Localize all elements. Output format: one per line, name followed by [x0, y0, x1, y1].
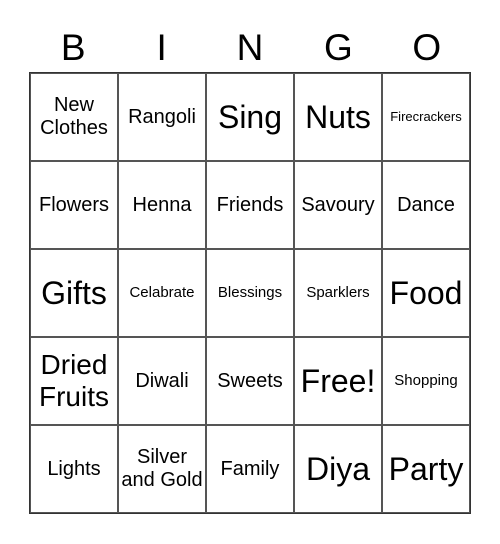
- cell-text: Henna: [132, 193, 192, 216]
- bingo-cell[interactable]: Nuts: [294, 73, 382, 161]
- cell-text: Sweets: [217, 369, 283, 392]
- cell-text: Savoury: [301, 193, 375, 216]
- cell-text: Nuts: [305, 98, 371, 135]
- cell-text: Food: [389, 274, 463, 311]
- cell-text: Dance: [397, 193, 455, 216]
- cell-text: Sing: [217, 98, 283, 135]
- bingo-header: BINGO: [29, 26, 471, 70]
- bingo-cell[interactable]: Sparklers: [294, 249, 382, 337]
- bingo-cell[interactable]: Diya: [294, 425, 382, 513]
- cell-text: Friends: [216, 193, 284, 216]
- cell-text: Diwali: [135, 369, 189, 392]
- cell-text: Gifts: [41, 274, 107, 311]
- bingo-cell[interactable]: Savoury: [294, 161, 382, 249]
- cell-text: Rangoli: [128, 105, 196, 128]
- bingo-cell[interactable]: Blessings: [206, 249, 294, 337]
- bingo-cell[interactable]: Diwali: [118, 337, 206, 425]
- bingo-cell[interactable]: Rangoli: [118, 73, 206, 161]
- cell-text: Lights: [47, 457, 101, 480]
- header-letter: I: [156, 27, 167, 68]
- bingo-cell[interactable]: Food: [382, 249, 470, 337]
- header-letter: O: [412, 27, 442, 68]
- cell-text: Family: [220, 457, 280, 480]
- bingo-cell[interactable]: Friends: [206, 161, 294, 249]
- cell-text: Blessings: [217, 284, 283, 302]
- bingo-cell[interactable]: Sing: [206, 73, 294, 161]
- cell-text: Free!: [300, 362, 376, 399]
- cell-text: Firecrackers: [390, 108, 462, 124]
- cell-text: Diya: [305, 450, 370, 487]
- bingo-cell[interactable]: Henna: [118, 161, 206, 249]
- bingo-cell[interactable]: Celabrate: [118, 249, 206, 337]
- bingo-cell[interactable]: Party: [382, 425, 470, 513]
- bingo-cell[interactable]: Family: [206, 425, 294, 513]
- bingo-grid: New Clothes Rangoli Sing Nuts Firecrackers Fl…: [29, 72, 471, 514]
- bingo-cell[interactable]: Lights: [30, 425, 118, 513]
- header-letter: N: [236, 27, 264, 68]
- bingo-cell[interactable]: Flowers: [30, 161, 118, 249]
- cell-text: Silver and Gold: [121, 446, 203, 491]
- bingo-cell[interactable]: Dried Fruits: [30, 337, 118, 425]
- bingo-cell[interactable]: Firecrackers: [382, 73, 470, 161]
- bingo-cell[interactable]: Sweets: [206, 337, 294, 425]
- cell-text: Party: [388, 450, 464, 487]
- cell-text: Sparklers: [306, 284, 370, 302]
- cell-text: Celabrate: [129, 284, 195, 302]
- bingo-cell[interactable]: Silver and Gold: [118, 425, 206, 513]
- cell-text: Shopping: [394, 372, 458, 390]
- bingo-cell[interactable]: Gifts: [30, 249, 118, 337]
- header-letter: G: [323, 27, 353, 68]
- header-letter: B: [60, 27, 86, 68]
- bingo-cell[interactable]: Shopping: [382, 337, 470, 425]
- bingo-cell[interactable]: Dance: [382, 161, 470, 249]
- cell-text: Dried Fruits: [39, 348, 109, 412]
- cell-text: New Clothes: [40, 94, 108, 139]
- bingo-cell[interactable]: New Clothes: [30, 73, 118, 161]
- bingo-cell[interactable]: Free!: [294, 337, 382, 425]
- cell-text: Flowers: [38, 193, 109, 216]
